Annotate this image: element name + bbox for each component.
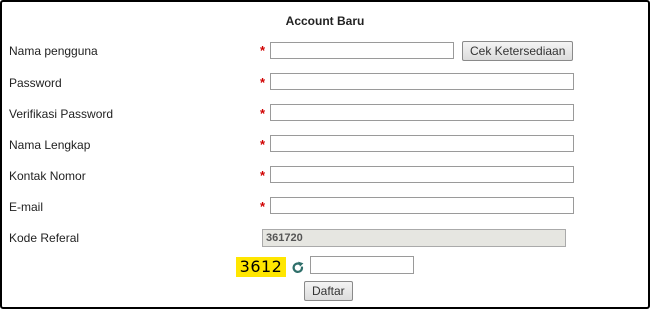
username-input[interactable] xyxy=(270,42,454,59)
password-label: Password xyxy=(9,76,62,90)
refresh-icon[interactable] xyxy=(291,261,305,275)
register-button[interactable]: Daftar xyxy=(304,281,353,301)
verify-password-label: Verifikasi Password xyxy=(9,107,114,121)
referral-code-field xyxy=(262,229,566,247)
verify-password-input[interactable] xyxy=(270,104,574,121)
required-marker: * xyxy=(260,168,266,183)
username-label: Nama pengguna xyxy=(9,44,98,58)
referral-code-label: Kode Referal xyxy=(9,231,80,245)
full-name-input[interactable] xyxy=(270,135,574,152)
email-input[interactable] xyxy=(270,197,574,214)
form-title: Account Baru xyxy=(285,14,365,28)
full-name-label: Nama Lengkap xyxy=(9,138,91,152)
contact-number-input[interactable] xyxy=(270,166,574,183)
check-availability-button[interactable]: Cek Ketersediaan xyxy=(462,41,574,61)
required-marker: * xyxy=(260,106,266,121)
captcha-image: 3612 xyxy=(236,257,286,277)
required-marker: * xyxy=(260,199,266,214)
required-marker: * xyxy=(260,43,266,58)
required-marker: * xyxy=(260,137,266,152)
required-marker: * xyxy=(260,75,266,90)
password-input[interactable] xyxy=(270,73,574,90)
contact-number-label: Kontak Nomor xyxy=(9,169,86,183)
email-label: E-mail xyxy=(9,200,44,214)
captcha-input[interactable] xyxy=(310,256,414,274)
